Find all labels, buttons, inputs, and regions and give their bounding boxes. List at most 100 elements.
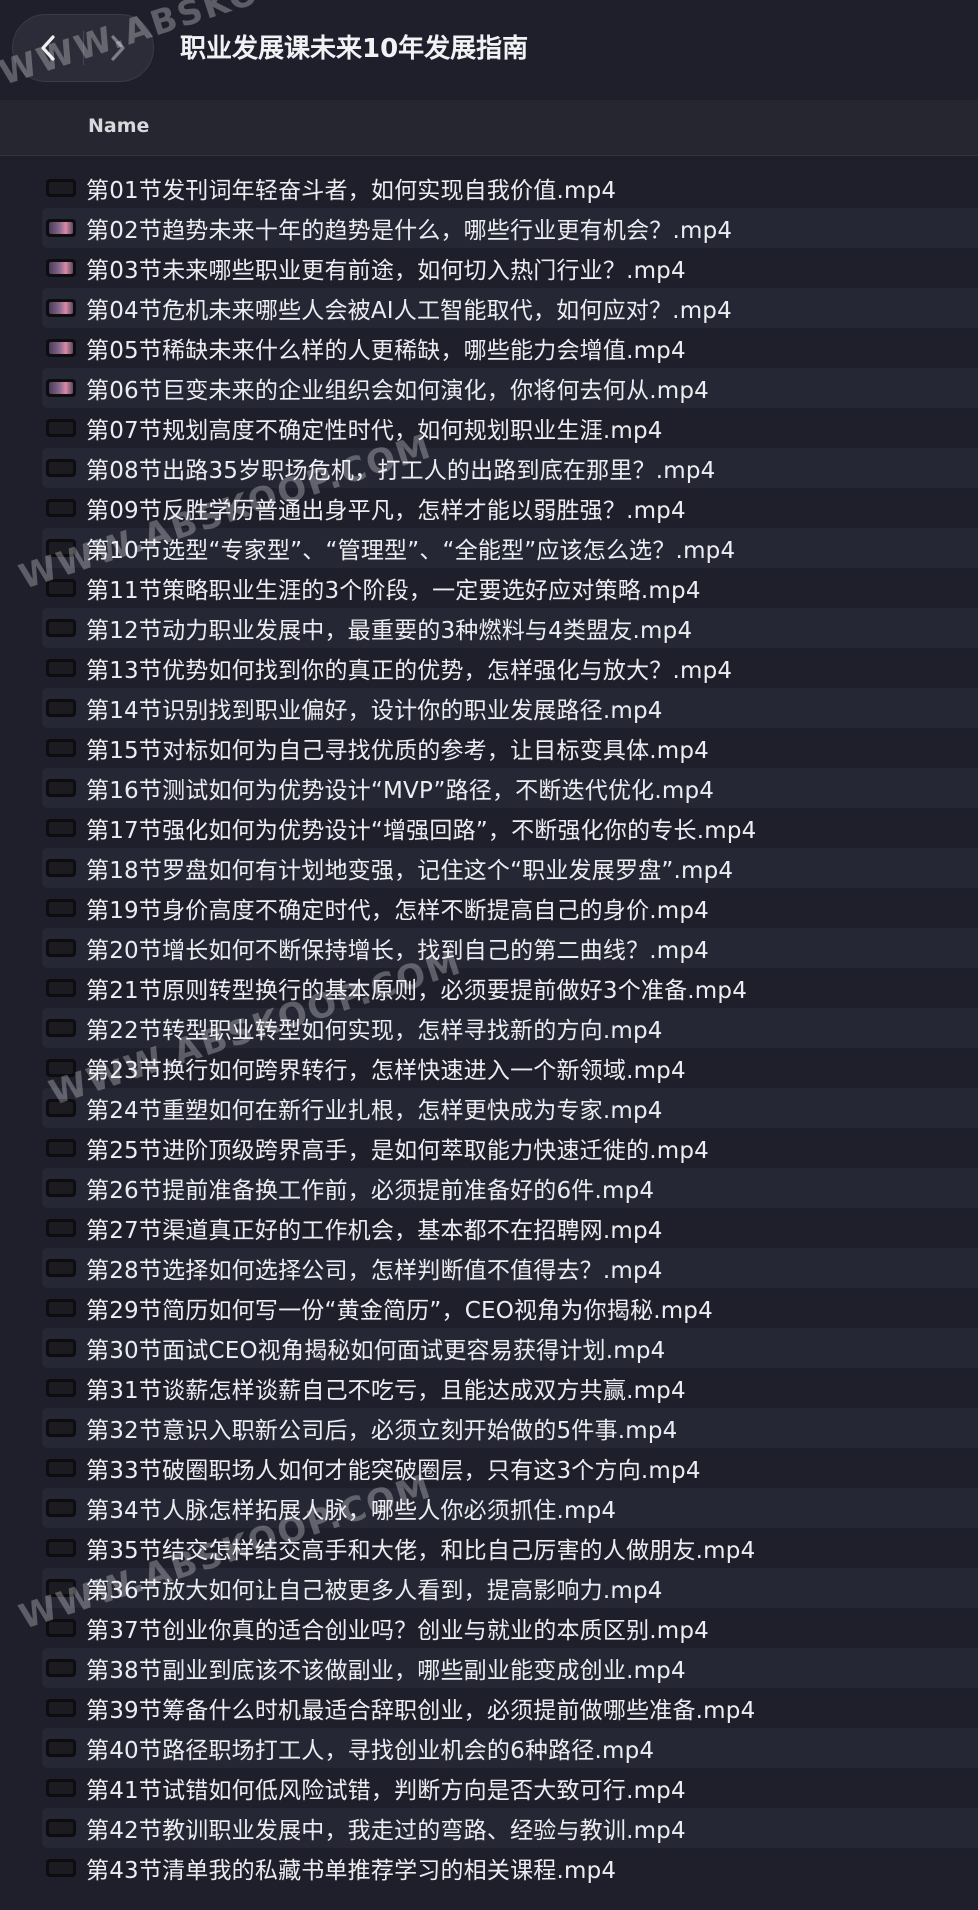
file-row[interactable]: 第24节重塑如何在新行业扎根，怎样更快成为专家.mp4 — [42, 1088, 978, 1128]
file-row[interactable]: 第17节强化如何为优势设计“增强回路”，不断强化你的专长.mp4 — [42, 808, 978, 848]
file-row[interactable]: 第04节危机未来哪些人会被AI人工智能取代，如何应对？.mp4 — [42, 288, 978, 328]
video-file-icon — [46, 699, 76, 717]
file-row[interactable]: 第09节反胜学历普通出身平凡，怎样才能以弱胜强？.mp4 — [42, 488, 978, 528]
file-row[interactable]: 第30节面试CEO视角揭秘如何面试更容易获得计划.mp4 — [42, 1328, 978, 1368]
video-file-icon — [46, 779, 76, 797]
file-row[interactable]: 第37节创业你真的适合创业吗？创业与就业的本质区别.mp4 — [42, 1608, 978, 1648]
file-row[interactable]: 第32节意识入职新公司后，必须立刻开始做的5件事.mp4 — [42, 1408, 978, 1448]
video-file-icon — [46, 1459, 76, 1477]
file-row[interactable]: 第15节对标如何为自己寻找优质的参考，让目标变具体.mp4 — [42, 728, 978, 768]
file-name: 第40节路径职场打工人，寻找创业机会的6种路径.mp4 — [86, 1738, 655, 1764]
file-row[interactable]: 第14节识别找到职业偏好，设计你的职业发展路径.mp4 — [42, 688, 978, 728]
file-row[interactable]: 第39节筹备什么时机最适合辞职创业，必须提前做哪些准备.mp4 — [42, 1688, 978, 1728]
file-name: 第09节反胜学历普通出身平凡，怎样才能以弱胜强？.mp4 — [86, 498, 686, 524]
file-row[interactable]: 第41节试错如何低风险试错，判断方向是否大致可行.mp4 — [42, 1768, 978, 1808]
video-file-icon — [46, 1099, 76, 1117]
back-button[interactable] — [13, 15, 83, 81]
file-row[interactable]: 第36节放大如何让自己被更多人看到，提高影响力.mp4 — [42, 1568, 978, 1608]
file-name: 第02节趋势未来十年的趋势是什么，哪些行业更有机会？.mp4 — [86, 218, 733, 244]
file-name: 第37节创业你真的适合创业吗？创业与就业的本质区别.mp4 — [86, 1618, 710, 1644]
file-row[interactable]: 第25节进阶顶级跨界高手，是如何萃取能力快速迁徙的.mp4 — [42, 1128, 978, 1168]
video-file-icon — [46, 1339, 76, 1357]
chevron-right-icon — [111, 35, 125, 61]
file-row[interactable]: 第18节罗盘如何有计划地变强，记住这个“职业发展罗盘”.mp4 — [42, 848, 978, 888]
file-name: 第30节面试CEO视角揭秘如何面试更容易获得计划.mp4 — [86, 1338, 666, 1364]
file-row[interactable]: 第33节破圈职场人如何才能突破圈层，只有这3个方向.mp4 — [42, 1448, 978, 1488]
file-row[interactable]: 第20节增长如何不断保持增长，找到自己的第二曲线？.mp4 — [42, 928, 978, 968]
file-row[interactable]: 第42节教训职业发展中，我走过的弯路、经验与教训.mp4 — [42, 1808, 978, 1848]
video-file-icon — [46, 659, 76, 677]
file-row[interactable]: 第40节路径职场打工人，寻找创业机会的6种路径.mp4 — [42, 1728, 978, 1768]
file-name: 第19节身价高度不确定时代，怎样不断提高自己的身价.mp4 — [86, 898, 710, 924]
video-file-icon — [46, 1179, 76, 1197]
file-name: 第42节教训职业发展中，我走过的弯路、经验与教训.mp4 — [86, 1818, 686, 1844]
window-title: 职业发展课未来10年发展指南 — [180, 34, 529, 64]
file-row[interactable]: 第23节换行如何跨界转行，怎样快速进入一个新领域.mp4 — [42, 1048, 978, 1088]
file-row[interactable]: 第16节测试如何为优势设计“MVP”路径，不断迭代优化.mp4 — [42, 768, 978, 808]
file-row[interactable]: 第27节渠道真正好的工作机会，基本都不在招聘网.mp4 — [42, 1208, 978, 1248]
file-name: 第32节意识入职新公司后，必须立刻开始做的5件事.mp4 — [86, 1418, 678, 1444]
video-file-icon — [46, 1699, 76, 1717]
file-row[interactable]: 第26节提前准备换工作前，必须提前准备好的6件.mp4 — [42, 1168, 978, 1208]
file-row[interactable]: 第34节人脉怎样拓展人脉，哪些人你必须抓住.mp4 — [42, 1488, 978, 1528]
file-name: 第29节简历如何写一份“黄金简历”，CEO视角为你揭秘.mp4 — [86, 1298, 713, 1324]
file-row[interactable]: 第28节选择如何选择公司，怎样判断值不值得去？.mp4 — [42, 1248, 978, 1288]
file-row[interactable]: 第43节清单我的私藏书单推荐学习的相关课程.mp4 — [42, 1848, 978, 1888]
file-row[interactable]: 第03节未来哪些职业更有前途，如何切入热门行业？.mp4 — [42, 248, 978, 288]
file-name: 第06节巨变未来的企业组织会如何演化，你将何去何从.mp4 — [86, 378, 710, 404]
file-name: 第12节动力职业发展中，最重要的3种燃料与4类盟友.mp4 — [86, 618, 693, 644]
file-row[interactable]: 第06节巨变未来的企业组织会如何演化，你将何去何从.mp4 — [42, 368, 978, 408]
file-name: 第11节策略职业生涯的3个阶段，一定要选好应对策略.mp4 — [86, 578, 701, 604]
file-row[interactable]: 第13节优势如何找到你的真正的优势，怎样强化与放大？.mp4 — [42, 648, 978, 688]
video-file-icon — [46, 179, 76, 197]
video-file-icon — [46, 939, 76, 957]
video-file-icon — [46, 339, 76, 357]
video-file-icon — [46, 739, 76, 757]
file-name: 第39节筹备什么时机最适合辞职创业，必须提前做哪些准备.mp4 — [86, 1698, 756, 1724]
video-file-icon — [46, 299, 76, 317]
video-file-icon — [46, 1219, 76, 1237]
file-row[interactable]: 第29节简历如何写一份“黄金简历”，CEO视角为你揭秘.mp4 — [42, 1288, 978, 1328]
file-row[interactable]: 第10节选型“专家型”、“管理型”、“全能型”应该怎么选？.mp4 — [42, 528, 978, 568]
video-file-icon — [46, 379, 76, 397]
navigation-buttons — [12, 14, 154, 82]
file-name: 第36节放大如何让自己被更多人看到，提高影响力.mp4 — [86, 1578, 663, 1604]
file-row[interactable]: 第38节副业到底该不该做副业，哪些副业能变成创业.mp4 — [42, 1648, 978, 1688]
file-row[interactable]: 第08节出路35岁职场危机，打工人的出路到底在那里？.mp4 — [42, 448, 978, 488]
video-file-icon — [46, 459, 76, 477]
file-name: 第35节结交怎样结交高手和大佬，和比自己厉害的人做朋友.mp4 — [86, 1538, 756, 1564]
video-file-icon — [46, 1059, 76, 1077]
file-name: 第24节重塑如何在新行业扎根，怎样更快成为专家.mp4 — [86, 1098, 663, 1124]
file-row[interactable]: 第22节转型职业转型如何实现，怎样寻找新的方向.mp4 — [42, 1008, 978, 1048]
file-row[interactable]: 第21节原则转型换行的基本原则，必须要提前做好3个准备.mp4 — [42, 968, 978, 1008]
video-file-icon — [46, 1819, 76, 1837]
name-column-header[interactable]: Name — [88, 115, 149, 137]
file-row[interactable]: 第19节身价高度不确定时代，怎样不断提高自己的身价.mp4 — [42, 888, 978, 928]
file-name: 第01节发刊词年轻奋斗者，如何实现自我价值.mp4 — [86, 178, 617, 204]
file-list: 第01节发刊词年轻奋斗者，如何实现自我价值.mp4 第02节趋势未来十年的趋势是什… — [0, 168, 978, 1888]
video-file-icon — [46, 1299, 76, 1317]
file-name: 第43节清单我的私藏书单推荐学习的相关课程.mp4 — [86, 1858, 617, 1884]
file-name: 第21节原则转型换行的基本原则，必须要提前做好3个准备.mp4 — [86, 978, 748, 1004]
video-file-icon — [46, 499, 76, 517]
video-file-icon — [46, 1779, 76, 1797]
file-row[interactable]: 第02节趋势未来十年的趋势是什么，哪些行业更有机会？.mp4 — [42, 208, 978, 248]
file-name: 第22节转型职业转型如何实现，怎样寻找新的方向.mp4 — [86, 1018, 663, 1044]
file-row[interactable]: 第12节动力职业发展中，最重要的3种燃料与4类盟友.mp4 — [42, 608, 978, 648]
file-row[interactable]: 第31节谈薪怎样谈薪自己不吃亏，且能达成双方共赢.mp4 — [42, 1368, 978, 1408]
file-row[interactable]: 第11节策略职业生涯的3个阶段，一定要选好应对策略.mp4 — [42, 568, 978, 608]
video-file-icon — [46, 1259, 76, 1277]
file-row[interactable]: 第05节稀缺未来什么样的人更稀缺，哪些能力会增值.mp4 — [42, 328, 978, 368]
file-row[interactable]: 第01节发刊词年轻奋斗者，如何实现自我价值.mp4 — [42, 168, 978, 208]
file-row[interactable]: 第07节规划高度不确定性时代，如何规划职业生涯.mp4 — [42, 408, 978, 448]
video-file-icon — [46, 1019, 76, 1037]
file-name: 第26节提前准备换工作前，必须提前准备好的6件.mp4 — [86, 1178, 655, 1204]
video-file-icon — [46, 859, 76, 877]
video-file-icon — [46, 1379, 76, 1397]
file-name: 第14节识别找到职业偏好，设计你的职业发展路径.mp4 — [86, 698, 663, 724]
file-row[interactable]: 第35节结交怎样结交高手和大佬，和比自己厉害的人做朋友.mp4 — [42, 1528, 978, 1568]
video-file-icon — [46, 419, 76, 437]
video-file-icon — [46, 1499, 76, 1517]
forward-button[interactable] — [83, 15, 153, 81]
video-file-icon — [46, 619, 76, 637]
